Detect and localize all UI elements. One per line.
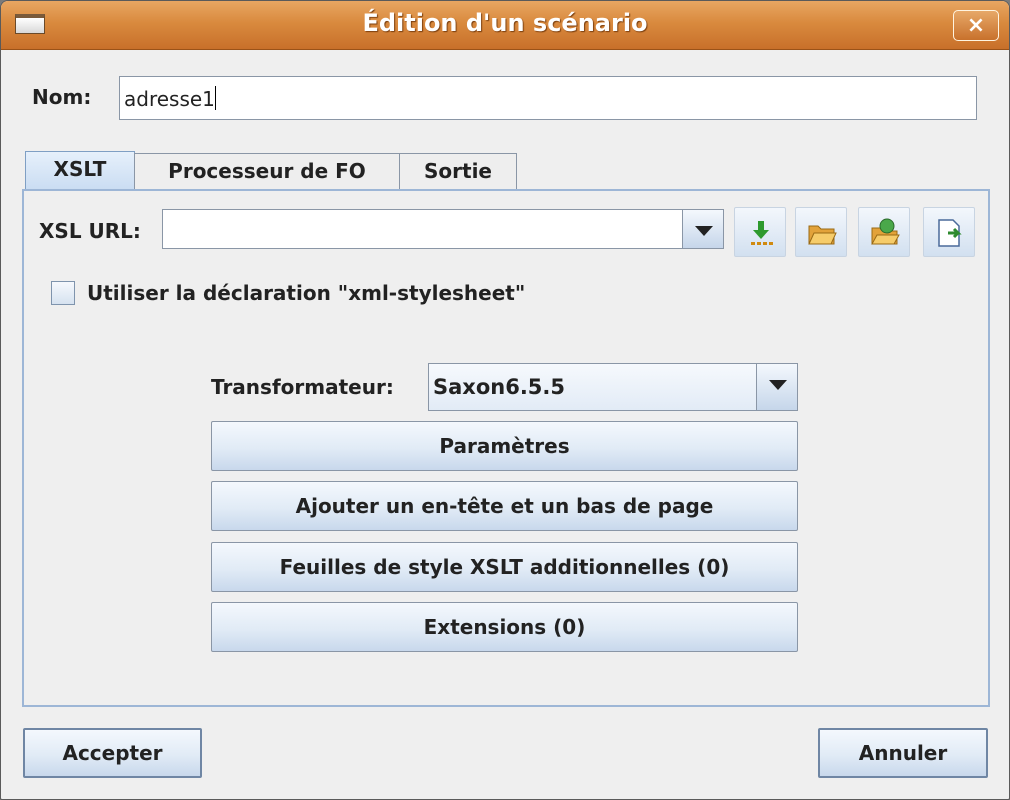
tab-fo-processor[interactable]: Processeur de FO [134,153,400,189]
transformer-value: Saxon6.5.5 [433,375,566,399]
window-title: Édition d'un scénario [362,9,648,37]
open-in-editor-button[interactable] [923,207,975,257]
browse-url-button[interactable] [858,207,910,257]
parameters-button[interactable]: Paramètres [211,421,798,471]
title-bar[interactable]: Édition d'un scénario × [1,1,1009,50]
scenario-edit-dialog: Édition d'un scénario × Nom: adresse1 XS… [0,0,1010,800]
xsl-url-label: XSL URL: [39,219,141,243]
header-footer-button[interactable]: Ajouter un en-tête et un bas de page [211,481,798,531]
browse-local-button[interactable] [795,207,847,257]
open-document-icon [938,219,962,247]
xml-stylesheet-checkbox[interactable] [51,281,75,305]
transformer-label: Transformateur: [211,375,394,399]
extensions-button[interactable]: Extensions (0) [211,602,798,652]
close-button[interactable]: × [953,10,999,41]
folder-open-icon [808,225,837,245]
insert-editor-variables-icon [751,221,773,245]
text-caret [214,86,216,110]
xsl-url-combo[interactable] [162,209,724,249]
name-input[interactable]: adresse1 [119,76,977,120]
folder-globe-icon [871,218,900,245]
tab-xslt[interactable]: XSLT [25,151,135,191]
cancel-button[interactable]: Annuler [818,728,988,778]
tab-output[interactable]: Sortie [399,153,517,189]
xml-stylesheet-label[interactable]: Utiliser la déclaration "xml-stylesheet" [87,281,525,305]
insert-editor-variables-button[interactable] [734,207,786,257]
transformer-select[interactable]: Saxon6.5.5 [428,363,798,411]
name-input-value: adresse1 [124,87,215,111]
chevron-down-icon[interactable] [682,209,724,249]
additional-xslt-button[interactable]: Feuilles de style XSLT additionnelles (0… [211,542,798,592]
name-label: Nom: [32,85,92,109]
chevron-down-icon[interactable] [756,363,798,411]
accept-button[interactable]: Accepter [23,728,202,778]
